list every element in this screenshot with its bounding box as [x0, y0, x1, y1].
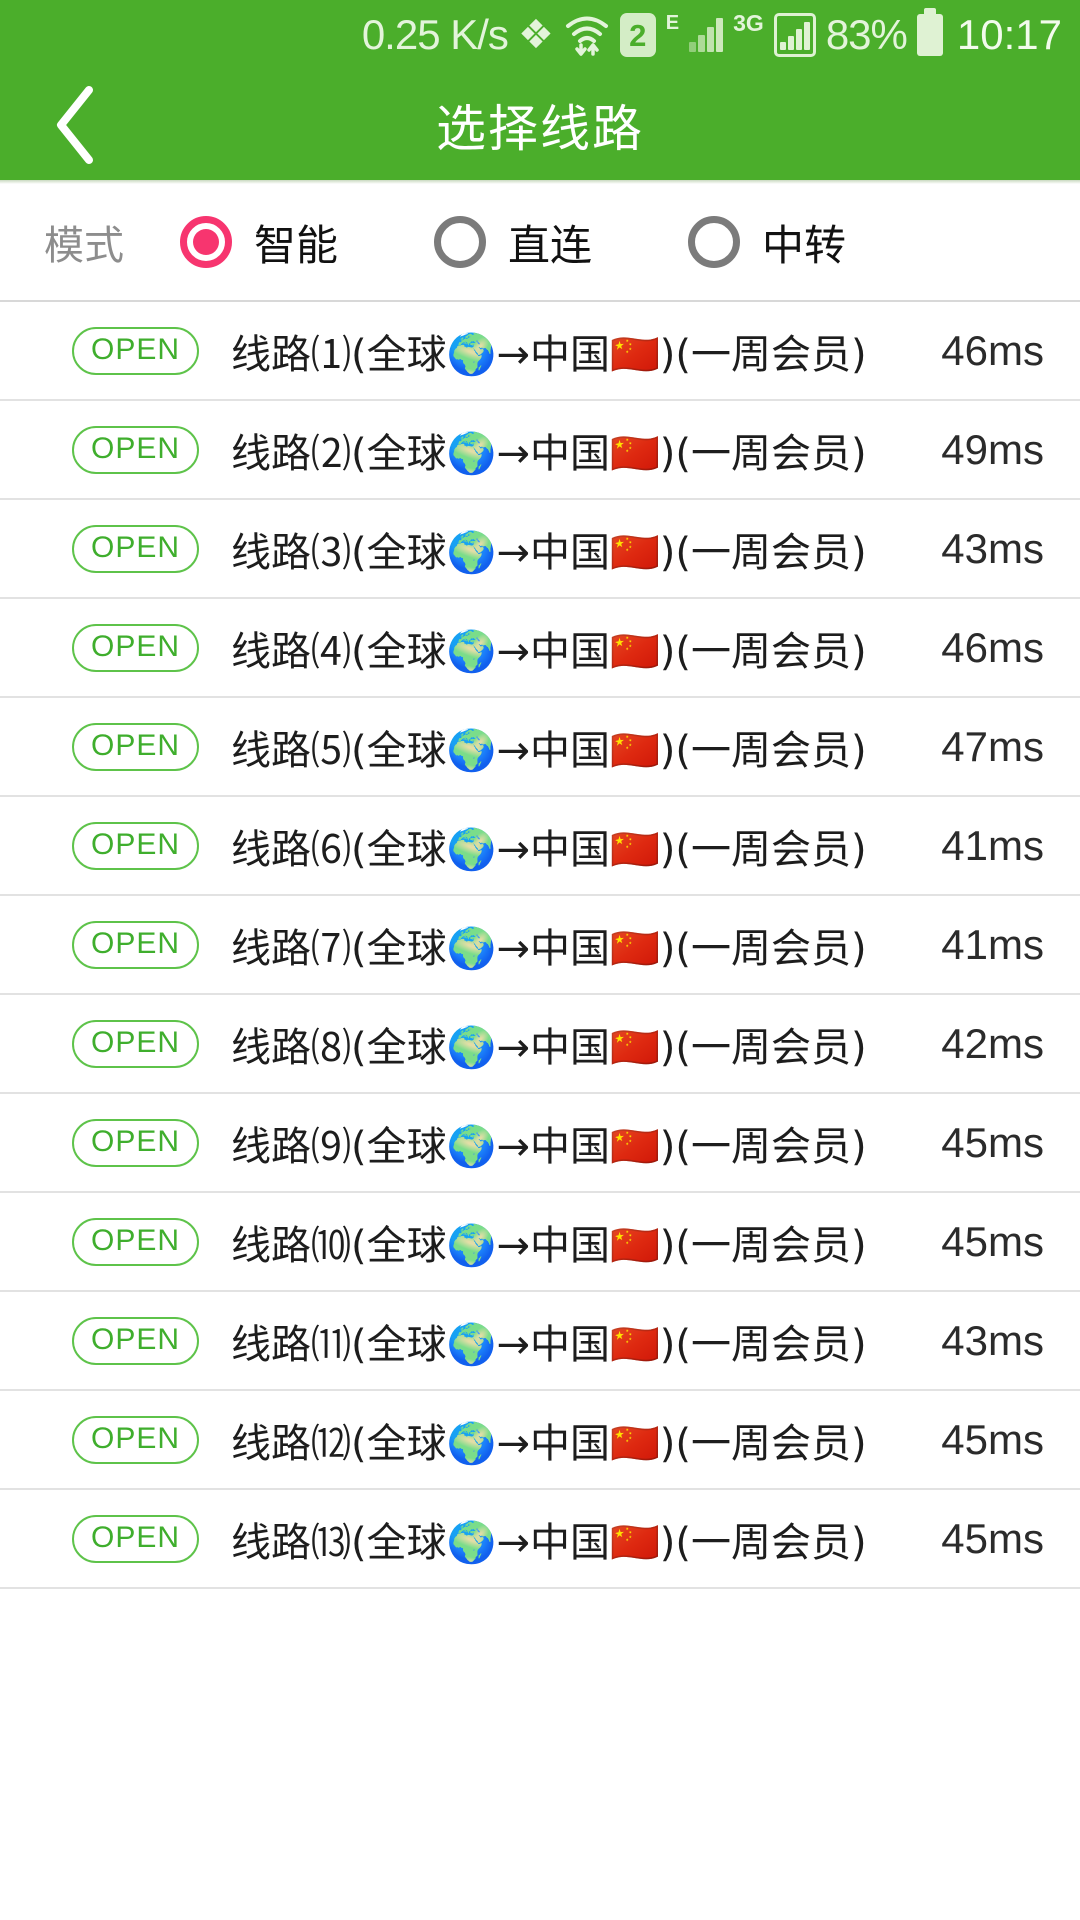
route-open-badge: OPEN	[72, 1217, 200, 1266]
route-latency: 45ms	[941, 1118, 1044, 1166]
mode-option-relay-label: 中转	[762, 221, 847, 269]
route-title: 线路⑽(全球🌍→中国🇨🇳)(一周会员)(s)	[231, 1222, 869, 1269]
route-latency: 43ms	[941, 1316, 1044, 1364]
mode-option-relay[interactable]: 中转	[688, 212, 846, 273]
route-row[interactable]: OPEN 线路⑻(全球🌍→中国🇨🇳)(一周会员)(s) 42ms	[0, 995, 1080, 1094]
route-open-badge: OPEN	[72, 1415, 200, 1464]
route-title: 线路⑿(全球🌍→中国🇨🇳)(一周会员)(s)	[231, 1420, 869, 1467]
mode-option-smart[interactable]: 智能	[180, 212, 338, 273]
mode-option-direct[interactable]: 直连	[434, 212, 592, 273]
route-title: 线路⑶(全球🌍→中国🇨🇳)(一周会员)(s)	[231, 529, 869, 576]
route-row[interactable]: OPEN 线路⑴(全球🌍→中国🇨🇳)(一周会员)(s) 46ms	[0, 302, 1080, 401]
route-latency: 49ms	[941, 425, 1044, 473]
back-chevron-icon	[49, 84, 101, 166]
route-latency: 45ms	[941, 1217, 1044, 1265]
mode-option-smart-label: 智能	[254, 221, 339, 269]
route-open-badge: OPEN	[72, 524, 200, 573]
battery-percent-text: 83%	[825, 11, 908, 58]
mode-option-direct-label: 直连	[508, 221, 593, 269]
route-latency: 43ms	[941, 524, 1044, 572]
route-title: 线路⒀(全球🌍→中国🇨🇳)(一周会员)(s)	[231, 1519, 869, 1566]
clock-text: 10:17	[956, 11, 1062, 58]
route-latency: 46ms	[941, 326, 1044, 374]
route-latency: 41ms	[941, 920, 1044, 968]
route-open-badge: OPEN	[72, 1514, 200, 1563]
back-button[interactable]	[0, 70, 150, 180]
battery-icon	[916, 8, 943, 56]
route-open-badge: OPEN	[72, 1316, 200, 1365]
route-row[interactable]: OPEN 线路⑺(全球🌍→中国🇨🇳)(一周会员)(s) 41ms	[0, 896, 1080, 995]
route-open-badge: OPEN	[72, 1019, 200, 1068]
radio-relay-icon[interactable]	[688, 216, 741, 268]
sim-slot-badge: 2	[619, 13, 656, 57]
route-latency: 41ms	[941, 821, 1044, 869]
page-title: 选择线路	[436, 101, 644, 157]
radio-smart-icon[interactable]	[180, 216, 232, 268]
bluetooth-icon: ❖	[517, 13, 554, 57]
route-title: 线路⑼(全球🌍→中国🇨🇳)(一周会员)(s)	[231, 1123, 869, 1170]
signal-bars-sim1-icon	[689, 18, 724, 52]
route-open-badge: OPEN	[72, 722, 200, 771]
route-title: 线路⑸(全球🌍→中国🇨🇳)(一周会员)(s)	[231, 727, 869, 774]
route-row[interactable]: OPEN 线路⑾(全球🌍→中国🇨🇳)(一周会员)(s) 43ms	[0, 1292, 1080, 1391]
route-title: 线路⑵(全球🌍→中国🇨🇳)(一周会员)(s)	[231, 430, 869, 477]
route-title: 线路⑻(全球🌍→中国🇨🇳)(一周会员)(s)	[231, 1024, 869, 1071]
route-latency: 42ms	[941, 1019, 1044, 1067]
mode-label: 模式	[44, 224, 124, 268]
route-row[interactable]: OPEN 线路⑹(全球🌍→中国🇨🇳)(一周会员)(s) 41ms	[0, 797, 1080, 896]
route-title: 线路⑷(全球🌍→中国🇨🇳)(一周会员)(s)	[231, 628, 869, 675]
route-latency: 45ms	[941, 1514, 1044, 1562]
route-row[interactable]: OPEN 线路⒀(全球🌍→中国🇨🇳)(一周会员)(s) 45ms	[0, 1490, 1080, 1589]
route-list[interactable]: OPEN 线路⑴(全球🌍→中国🇨🇳)(一周会员)(s) 46ms OPEN 线路⑵(全球…	[0, 302, 1080, 1589]
app-root: 0.25 K/s ❖ 2 E 3G 83% 10:17 选择线路 模式 智能 直…	[0, 0, 1080, 1920]
route-open-badge: OPEN	[72, 1118, 200, 1167]
route-latency: 45ms	[941, 1415, 1044, 1463]
edge-network-label: E	[665, 12, 680, 34]
network-type-label: 3G	[733, 10, 764, 36]
mode-selector-row: 模式 智能 直连 中转	[0, 184, 1080, 302]
route-title: 线路⑺(全球🌍→中国🇨🇳)(一周会员)(s)	[231, 925, 869, 972]
route-row[interactable]: OPEN 线路⑽(全球🌍→中国🇨🇳)(一周会员)(s) 45ms	[0, 1193, 1080, 1292]
route-open-badge: OPEN	[72, 920, 200, 969]
route-title: 线路⑾(全球🌍→中国🇨🇳)(一周会员)(s)	[231, 1321, 869, 1368]
route-open-badge: OPEN	[72, 623, 200, 672]
route-latency: 46ms	[941, 623, 1044, 671]
network-speed-text: 0.25 K/s	[361, 11, 509, 58]
route-row[interactable]: OPEN 线路⑶(全球🌍→中国🇨🇳)(一周会员)(s) 43ms	[0, 500, 1080, 599]
radio-direct-icon[interactable]	[434, 216, 487, 268]
route-row[interactable]: OPEN 线路⑸(全球🌍→中国🇨🇳)(一周会员)(s) 47ms	[0, 698, 1080, 797]
wifi-icon	[564, 13, 610, 57]
route-row[interactable]: OPEN 线路⑿(全球🌍→中国🇨🇳)(一周会员)(s) 45ms	[0, 1391, 1080, 1490]
route-open-badge: OPEN	[72, 326, 200, 375]
route-row[interactable]: OPEN 线路⑵(全球🌍→中国🇨🇳)(一周会员)(s) 49ms	[0, 401, 1080, 500]
route-title: 线路⑹(全球🌍→中国🇨🇳)(一周会员)(s)	[231, 826, 869, 873]
status-bar: 0.25 K/s ❖ 2 E 3G 83% 10:17	[0, 0, 1080, 70]
route-title: 线路⑴(全球🌍→中国🇨🇳)(一周会员)(s)	[231, 331, 869, 378]
route-open-badge: OPEN	[72, 821, 200, 870]
route-latency: 47ms	[941, 722, 1044, 770]
route-row[interactable]: OPEN 线路⑼(全球🌍→中国🇨🇳)(一周会员)(s) 45ms	[0, 1094, 1080, 1193]
app-bar: 选择线路	[0, 70, 1080, 180]
signal-bars-sim2-icon	[773, 13, 816, 57]
route-row[interactable]: OPEN 线路⑷(全球🌍→中国🇨🇳)(一周会员)(s) 46ms	[0, 599, 1080, 698]
route-open-badge: OPEN	[72, 425, 200, 474]
